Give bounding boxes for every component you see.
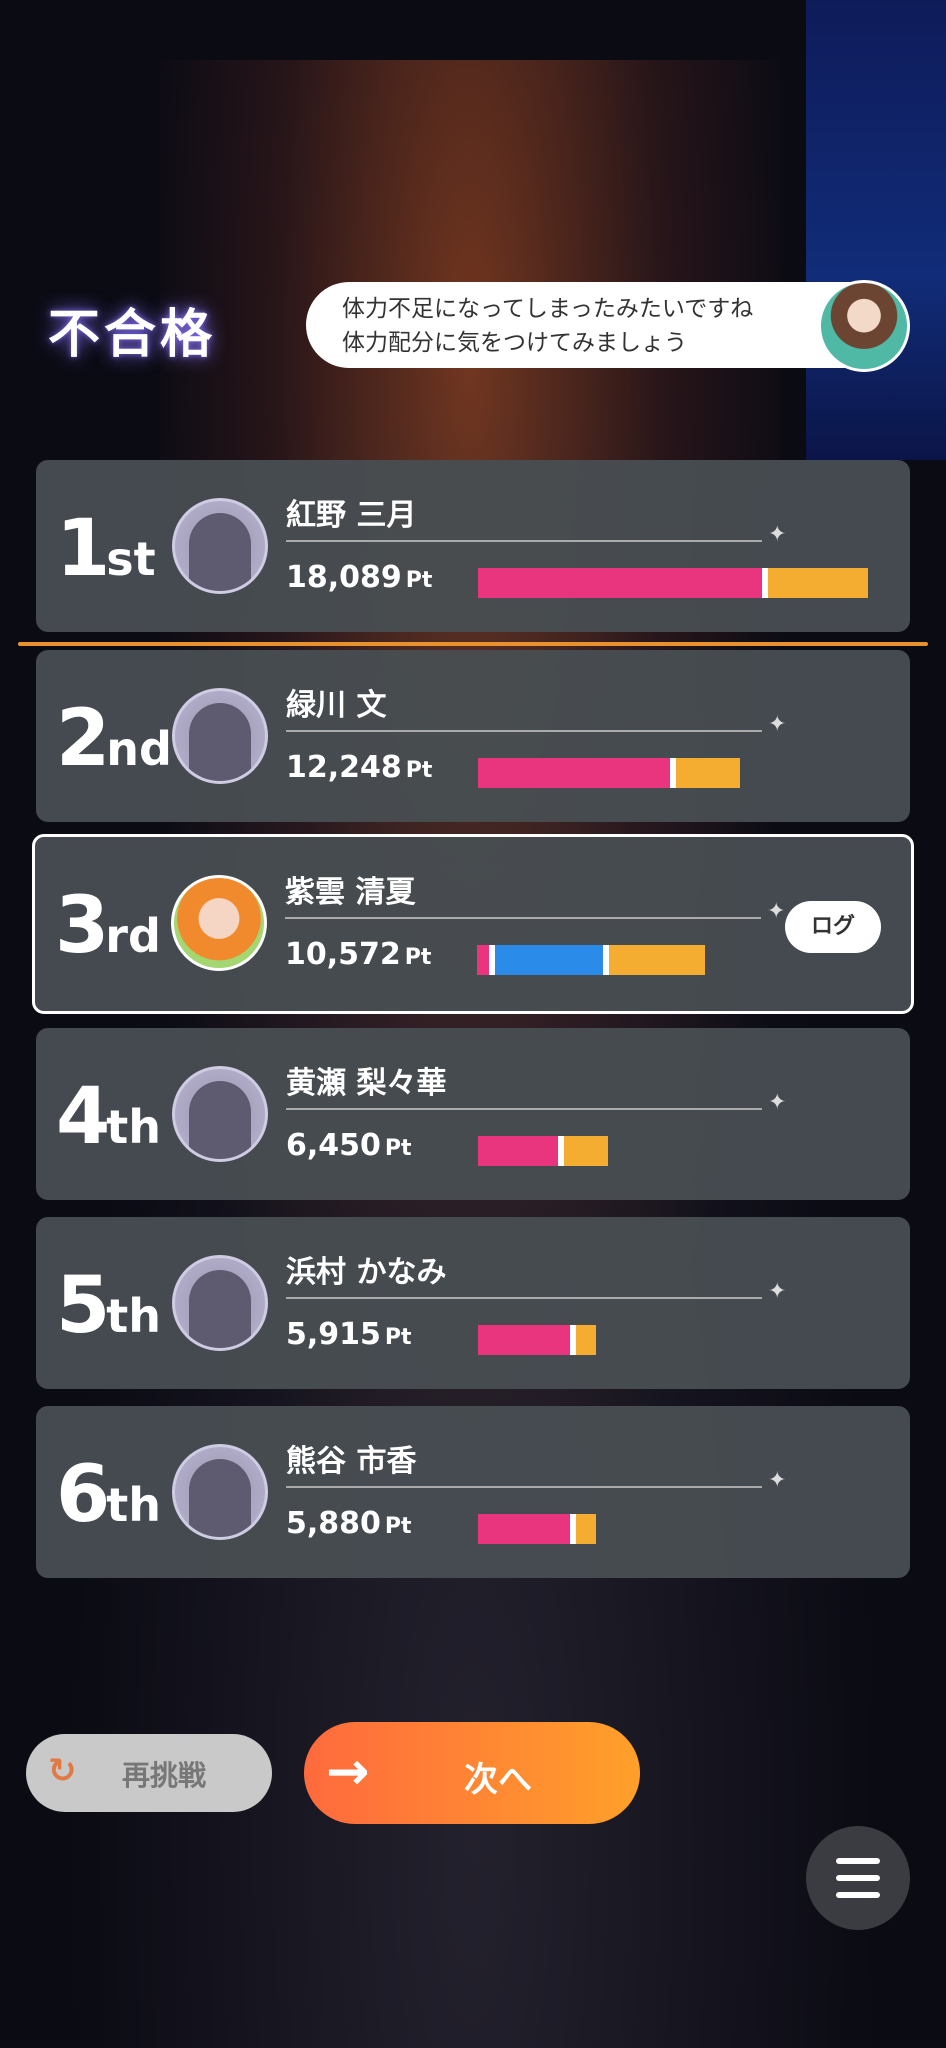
avatar	[172, 688, 268, 784]
avatar	[172, 1444, 268, 1540]
coach-avatar	[818, 280, 910, 372]
coach-speech-bubble: 体力不足になってしまったみたいですね 体力配分に気をつけてみましょう	[306, 282, 906, 368]
hamburger-icon	[836, 1858, 880, 1864]
score-segment-yellow	[609, 945, 705, 975]
score-bar	[478, 758, 740, 788]
avatar	[172, 1255, 268, 1351]
score-segment-pink	[478, 1325, 570, 1355]
sparkle-icon: ✦	[767, 899, 786, 924]
score-segment-pink	[478, 1514, 570, 1544]
score-bar	[478, 568, 868, 598]
score-segment-pink	[478, 1136, 558, 1166]
score-segment-pink	[477, 945, 489, 975]
rank-label: 4th	[56, 1072, 162, 1162]
idol-name: 浜村 かなみ	[286, 1255, 447, 1290]
rank-label: 5th	[56, 1261, 162, 1351]
idol-name: 熊谷 市香	[286, 1444, 417, 1479]
sparkle-icon: ✦	[768, 1468, 787, 1493]
log-button[interactable]: ログ	[785, 901, 881, 953]
ranking-row-3-player: 3rd 紫雲 清夏 ✦ 10,572 Pt ログ	[32, 834, 914, 1014]
points: 5,880 Pt	[286, 1506, 412, 1541]
ranking-row-6: 6th 熊谷 市香 ✦ 5,880 Pt	[36, 1406, 910, 1578]
ranking-row-2: 2nd 緑川 文 ✦ 12,248 Pt	[36, 650, 910, 822]
points: 5,915 Pt	[286, 1317, 412, 1352]
score-bar	[477, 945, 705, 975]
score-segment-pink	[478, 568, 762, 598]
next-label: 次へ	[464, 1760, 532, 1800]
score-segment-blue	[495, 945, 603, 975]
next-button[interactable]: → 次へ	[304, 1722, 640, 1824]
score-bar	[478, 1514, 596, 1544]
score-bar	[478, 1136, 608, 1166]
score-segment-pink	[478, 758, 670, 788]
points: 18,089 Pt	[286, 560, 433, 595]
score-segment-yellow	[576, 1325, 596, 1355]
score-segment-yellow	[768, 568, 868, 598]
menu-button[interactable]	[806, 1826, 910, 1930]
retry-timer-icon: ↻	[48, 1751, 77, 1791]
idol-name: 緑川 文	[286, 688, 387, 723]
rank-label: 2nd	[56, 694, 172, 784]
ranking-row-4: 4th 黄瀬 梨々華 ✦ 6,450 Pt	[36, 1028, 910, 1200]
sparkle-icon: ✦	[768, 522, 787, 547]
avatar	[172, 498, 268, 594]
score-segment-yellow	[676, 758, 740, 788]
result-title: 不合格	[48, 305, 217, 365]
points: 12,248 Pt	[286, 750, 433, 785]
sparkle-icon: ✦	[768, 1279, 787, 1304]
score-segment-yellow	[564, 1136, 608, 1166]
idol-name: 紅野 三月	[286, 498, 417, 533]
retry-label: 再挑戦	[122, 1759, 207, 1792]
points: 10,572 Pt	[285, 937, 432, 972]
pass-line-divider	[18, 642, 928, 646]
rank-label: 3rd	[55, 881, 161, 971]
arrow-right-icon: →	[326, 1742, 370, 1802]
score-bar	[478, 1325, 596, 1355]
rank-label: 1st	[56, 504, 156, 594]
idol-name: 紫雲 清夏	[285, 875, 416, 910]
score-segment-yellow	[576, 1514, 596, 1544]
ranking-row-1: 1st 紅野 三月 ✦ 18,089 Pt	[36, 460, 910, 632]
idol-name: 黄瀬 梨々華	[286, 1066, 447, 1101]
avatar	[172, 1066, 268, 1162]
sparkle-icon: ✦	[768, 1090, 787, 1115]
sparkle-icon: ✦	[768, 712, 787, 737]
rank-label: 6th	[56, 1450, 162, 1540]
player-avatar	[171, 875, 267, 971]
retry-button[interactable]: ↻ 再挑戦	[26, 1734, 272, 1812]
points: 6,450 Pt	[286, 1128, 412, 1163]
ranking-row-5: 5th 浜村 かなみ ✦ 5,915 Pt	[36, 1217, 910, 1389]
